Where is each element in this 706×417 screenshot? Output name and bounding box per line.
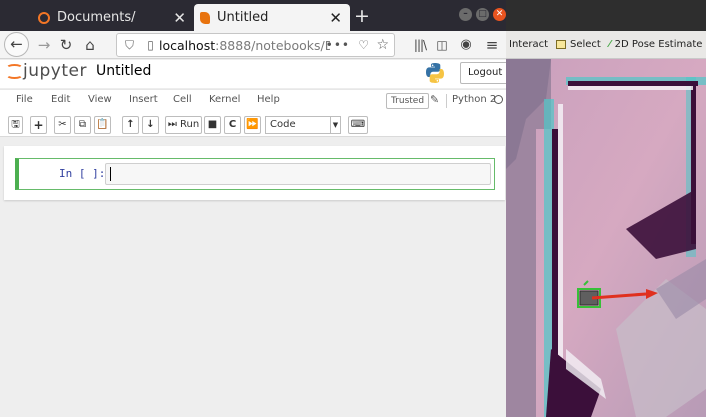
notebook-favicon-icon [200, 11, 210, 24]
tab-strip: Documents/ ✕ Untitled ✕ + – □ ✕ [0, 0, 506, 31]
reload-button[interactable]: ↻ [54, 33, 78, 57]
jupyter-orb-icon [6, 62, 23, 80]
url-path: :8888/notebooks/Docume [215, 37, 331, 53]
kernel-idle-icon [494, 95, 503, 104]
menu-help[interactable]: Help [257, 94, 280, 105]
menu-file[interactable]: File [16, 94, 33, 105]
library-icon[interactable]: |||\ [408, 33, 432, 57]
run-label: Run [180, 119, 200, 130]
tool-label: Interact [509, 39, 549, 50]
code-input[interactable] [105, 163, 491, 185]
jupyter-logo-text: jupyter [23, 61, 87, 81]
close-tab-icon[interactable]: ✕ [329, 9, 342, 27]
move-up-icon[interactable]: ↑ [122, 116, 139, 134]
forward-button[interactable]: → [32, 33, 56, 57]
desktop: Documents/ ✕ Untitled ✕ + – □ ✕ ← → ↻ ⌂ … [0, 0, 706, 417]
tab-title: Documents/ [57, 10, 136, 25]
page-info-icon[interactable]: ▯ [142, 38, 159, 52]
back-button[interactable]: ← [4, 32, 29, 57]
pocket-icon[interactable]: ♡ [358, 38, 369, 52]
edge-left [558, 104, 563, 364]
pose-arrow-icon: ⁄ [609, 39, 611, 50]
restart-icon[interactable]: C [224, 116, 241, 134]
wall-top [568, 81, 698, 86]
cell-type-select[interactable]: Code ▼ [265, 116, 341, 134]
python-logo-icon [426, 63, 444, 83]
kernel-name: Python 2 [452, 94, 497, 105]
close-tab-icon[interactable]: ✕ [173, 9, 186, 27]
rviz-toolbar: Interact Select ⁄ 2D Pose Estimate [506, 31, 706, 59]
restart-run-all-icon[interactable]: ⏩ [244, 116, 261, 134]
minimize-icon[interactable]: – [459, 8, 472, 21]
text-cursor [110, 167, 111, 181]
close-window-icon[interactable]: ✕ [493, 8, 506, 21]
cut-icon[interactable]: ✂ [54, 116, 71, 134]
input-prompt: In [ ]: [59, 167, 106, 180]
page-actions-icon[interactable]: ••• [326, 38, 350, 52]
save-icon[interactable]: 🖫 [8, 116, 23, 134]
edge-top [568, 86, 693, 90]
tool-select[interactable]: Select [556, 39, 601, 50]
jupyter-favicon-icon [38, 11, 50, 24]
trusted-badge[interactable]: Trusted [386, 93, 430, 109]
keyboard-icon[interactable]: ⌨ [348, 116, 368, 134]
interrupt-icon[interactable]: ■ [204, 116, 221, 134]
menu-insert[interactable]: Insert [129, 94, 158, 105]
tool-label: 2D Pose Estimate [614, 39, 703, 50]
tool-2d-pose-estimate[interactable]: ⁄ 2D Pose Estimate [609, 39, 702, 50]
menu-cell[interactable]: Cell [173, 94, 192, 105]
cell-type-value: Code [270, 119, 296, 130]
paste-icon[interactable]: 📋 [94, 116, 111, 134]
tab-title: Untitled [217, 10, 269, 25]
jupyter-logo[interactable]: jupyter [6, 61, 87, 81]
tool-interact[interactable]: Interact [509, 39, 548, 50]
browser-window: Documents/ ✕ Untitled ✕ + – □ ✕ ← → ↻ ⌂ … [0, 0, 506, 417]
step-icon: ⏭ [167, 119, 177, 130]
new-tab-button[interactable]: + [352, 3, 372, 29]
code-cell[interactable]: In [ ]: [15, 158, 495, 190]
menu-kernel[interactable]: Kernel [209, 94, 240, 105]
move-down-icon[interactable]: ↓ [142, 116, 159, 134]
run-button[interactable]: ⏭ Run [165, 116, 202, 134]
navigation-bar: ← → ↻ ⌂ ⛉ ▯ localhost :8888/notebooks/Do… [0, 31, 506, 59]
rviz-window: Interact Select ⁄ 2D Pose Estimate [506, 0, 706, 417]
account-icon[interactable]: ◉ [454, 33, 478, 57]
tab-untitled[interactable]: Untitled ✕ [194, 4, 350, 31]
jupyter-toolbar: 🖫 + ✂ ⧉ 📋 ↑ ↓ ⏭ Run ■ C ⏩ Code ▼ ⌨ [0, 113, 506, 137]
window-controls: – □ ✕ [459, 8, 506, 21]
jupyter-menubar: File Edit View Insert Cell Kernel Help T… [0, 89, 506, 113]
url-bar[interactable]: ⛉ ▯ localhost :8888/notebooks/Docume •••… [116, 33, 395, 57]
copy-icon[interactable]: ⧉ [74, 116, 91, 134]
logout-button[interactable]: Logout [460, 62, 506, 84]
rviz-titlebar [506, 0, 706, 31]
pencil-icon[interactable]: ✎ [430, 93, 439, 106]
bookmark-star-icon[interactable]: ☆ [376, 37, 389, 53]
jupyter-header: jupyter Untitled Logout [0, 60, 506, 88]
url-host: localhost [159, 37, 216, 53]
notebook-name[interactable]: Untitled [96, 63, 151, 79]
home-button[interactable]: ⌂ [78, 33, 102, 57]
select-box-icon [556, 40, 566, 49]
tool-label: Select [570, 39, 601, 50]
sidebar-icon[interactable]: ◫ [430, 33, 454, 57]
hamburger-menu-icon[interactable]: ≡ [480, 33, 504, 57]
insert-cell-icon[interactable]: + [30, 116, 47, 134]
divider [446, 94, 447, 108]
tab-documents[interactable]: Documents/ ✕ [32, 4, 194, 31]
maximize-icon[interactable]: □ [476, 8, 489, 21]
wall-left [552, 129, 558, 359]
shield-icon[interactable]: ⛉ [121, 38, 138, 53]
menu-edit[interactable]: Edit [51, 94, 70, 105]
chevron-down-icon: ▼ [330, 117, 340, 133]
occupancy-map[interactable] [506, 59, 706, 417]
menu-view[interactable]: View [88, 94, 112, 105]
